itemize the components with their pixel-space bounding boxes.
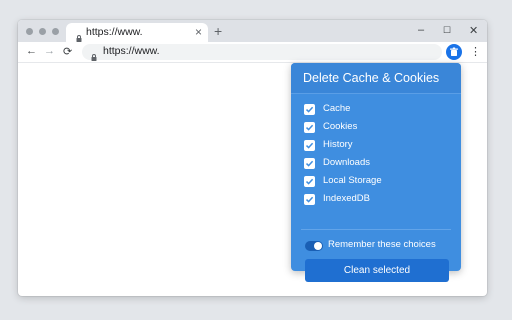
remember-toggle[interactable] (305, 241, 323, 251)
forward-button[interactable]: → (44, 45, 55, 57)
clean-selected-button[interactable]: Clean selected (305, 259, 449, 282)
checkbox-checked-icon[interactable] (304, 122, 315, 133)
browser-tab[interactable]: https://www. × (66, 23, 208, 42)
option-label: Cache (323, 103, 351, 114)
tab-close-icon[interactable]: × (195, 25, 202, 39)
window-dot-3[interactable] (52, 28, 59, 35)
address-lock-icon (91, 48, 97, 66)
window-dot-2[interactable] (39, 28, 46, 35)
popup-title: Delete Cache & Cookies (303, 71, 440, 85)
maximize-button[interactable]: ☐ (443, 25, 451, 36)
remember-label: Remember these choices (328, 239, 436, 250)
browser-window: https://www. × + – ☐ ✕ ← → ⟳ https://www… (18, 20, 487, 296)
minimize-button[interactable]: – (418, 24, 424, 36)
checkbox-checked-icon[interactable] (304, 158, 315, 169)
popup-header: Delete Cache & Cookies (291, 63, 461, 94)
checkbox-checked-icon[interactable] (304, 176, 315, 187)
option-label: History (323, 139, 353, 150)
checkbox-checked-icon[interactable] (304, 194, 315, 205)
option-label: Local Storage (323, 175, 382, 186)
option-label: Cookies (323, 121, 358, 132)
reload-button[interactable]: ⟳ (63, 45, 72, 58)
address-input[interactable] (103, 45, 423, 57)
tab-strip: https://www. × + – ☐ ✕ (18, 20, 487, 42)
extension-trash-button[interactable] (446, 44, 462, 60)
checkbox-checked-icon[interactable] (304, 104, 315, 115)
back-button[interactable]: ← (26, 45, 37, 57)
new-tab-button[interactable]: + (214, 23, 222, 39)
close-window-button[interactable]: ✕ (469, 24, 478, 37)
extension-popup: Delete Cache & Cookies Cache Cookies His… (291, 63, 461, 282)
option-label: IndexedDB (323, 193, 371, 204)
trash-icon (446, 47, 462, 64)
address-bar[interactable] (82, 44, 442, 61)
window-dot-1[interactable] (26, 28, 33, 35)
toggle-knob (314, 242, 322, 250)
popup-divider (301, 229, 451, 230)
browser-menu-button[interactable]: ⋮ (470, 44, 481, 60)
option-label: Downloads (323, 157, 370, 168)
tab-title: https://www. (86, 26, 143, 38)
checkbox-checked-icon[interactable] (304, 140, 315, 151)
browser-toolbar: ← → ⟳ ⋮ (18, 42, 487, 63)
